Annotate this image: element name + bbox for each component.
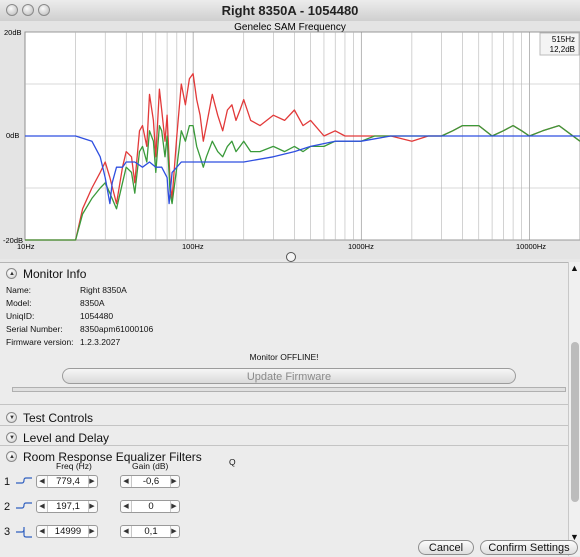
freq-stepper[interactable]: ◀ 779,4 ▶ <box>36 475 98 488</box>
vertical-scrollbar[interactable]: ▲ ▼ <box>568 262 580 556</box>
info-key: Firmware version: <box>6 337 74 347</box>
gain-value[interactable]: -0,6 <box>131 476 171 487</box>
x-label-100hz: 100Hz <box>182 242 204 251</box>
x-label-1000hz: 1000Hz <box>348 242 374 251</box>
x-label-10000hz: 10000Hz <box>516 242 546 251</box>
divider <box>0 445 568 446</box>
info-value: 8350apm61000106 <box>80 324 154 334</box>
expand-down-icon[interactable]: ▼ <box>6 432 17 444</box>
increment-icon[interactable]: ▶ <box>87 501 97 512</box>
expand-down-icon[interactable]: ▼ <box>6 412 17 424</box>
info-value: 8350A <box>80 298 105 308</box>
info-key: Serial Number: <box>6 324 63 334</box>
scroll-up-icon[interactable]: ▲ <box>570 263 579 273</box>
gain-value[interactable]: 0,1 <box>131 526 171 537</box>
peak-filter-icon <box>16 502 32 509</box>
freq-value[interactable]: 779,4 <box>47 476 89 487</box>
update-firmware-button[interactable]: Update Firmware <box>62 368 516 384</box>
test-controls-title: Test Controls <box>23 410 94 425</box>
monitor-info-header[interactable]: ▲ Monitor Info <box>6 266 86 281</box>
filter-number: 1 <box>4 476 11 488</box>
eq-filter-row: 2 ◀ 197,1 ▶ ◀ 0 ▶ <box>0 500 300 516</box>
filter-number: 3 <box>4 526 11 538</box>
increment-icon[interactable]: ▶ <box>87 476 97 487</box>
chart-title: Genelec SAM Frequency <box>234 22 346 33</box>
increment-icon[interactable]: ▶ <box>169 526 179 537</box>
collapse-up-icon[interactable]: ▲ <box>6 268 17 280</box>
filter-number: 2 <box>4 501 11 513</box>
divider <box>0 404 568 405</box>
collapse-up-icon[interactable]: ▲ <box>6 451 17 463</box>
cursor-gain: 12,2dB <box>550 45 575 54</box>
scroll-thumb[interactable] <box>571 342 579 502</box>
room-eq-title: Room Response Equalizer Filters <box>23 449 202 464</box>
peak-filter-icon <box>16 477 32 484</box>
y-label-mid: 0dB <box>6 131 19 140</box>
monitor-status: Monitor OFFLINE! <box>249 352 319 362</box>
gain-value[interactable]: 0 <box>131 501 171 512</box>
cancel-button[interactable]: Cancel <box>418 540 474 555</box>
freq-stepper[interactable]: ◀ 14999 ▶ <box>36 525 98 538</box>
frequency-plot[interactable]: Genelec SAM Frequency 20dB 0dB -20dB 10H… <box>0 21 580 259</box>
freq-column-header: Freq (Hz) <box>56 461 92 471</box>
freq-value[interactable]: 197,1 <box>47 501 89 512</box>
level-delay-header[interactable]: ▼ Level and Delay <box>6 430 109 445</box>
test-controls-header[interactable]: ▼ Test Controls <box>6 410 93 425</box>
confirm-settings-button[interactable]: Confirm Settings <box>480 540 578 555</box>
level-delay-title: Level and Delay <box>23 430 110 445</box>
cursor-freq: 515Hz <box>552 35 575 44</box>
firmware-progress-bar <box>12 387 566 392</box>
increment-icon[interactable]: ▶ <box>169 476 179 487</box>
eq-filter-row: 1 ◀ 779,4 ▶ ◀ -0,6 ▶ <box>0 475 300 491</box>
freq-value[interactable]: 14999 <box>47 526 89 537</box>
window-title: Right 8350A - 1054480 <box>221 3 359 18</box>
x-label-10hz: 10Hz <box>17 242 35 251</box>
q-column-header: Q <box>229 457 236 467</box>
title-bar: Right 8350A - 1054480 <box>0 0 580 22</box>
decrement-icon[interactable]: ◀ <box>37 476 47 487</box>
decrement-icon[interactable]: ◀ <box>37 526 47 537</box>
increment-icon[interactable]: ▶ <box>169 501 179 512</box>
room-eq-header[interactable]: ▲ Room Response Equalizer Filters <box>6 449 202 464</box>
info-value: 1.2.3.2027 <box>80 337 121 347</box>
shelf-filter-icon <box>16 527 32 538</box>
gain-stepper[interactable]: ◀ 0 ▶ <box>120 500 180 513</box>
decrement-icon[interactable]: ◀ <box>121 476 131 487</box>
frequency-chart[interactable]: Genelec SAM Frequency 20dB 0dB -20dB 10H… <box>0 21 580 259</box>
info-key: Model: <box>6 298 32 308</box>
gain-stepper[interactable]: ◀ 0,1 ▶ <box>120 525 180 538</box>
decrement-icon[interactable]: ◀ <box>37 501 47 512</box>
decrement-icon[interactable]: ◀ <box>121 526 131 537</box>
y-label-top: 20dB <box>4 28 22 37</box>
gain-column-header: Gain (dB) <box>132 461 169 471</box>
info-value: Right 8350A <box>80 285 127 295</box>
monitor-info-title: Monitor Info <box>23 266 87 281</box>
decrement-icon[interactable]: ◀ <box>121 501 131 512</box>
increment-icon[interactable]: ▶ <box>87 526 97 537</box>
gain-stepper[interactable]: ◀ -0,6 ▶ <box>120 475 180 488</box>
freq-stepper[interactable]: ◀ 197,1 ▶ <box>36 500 98 513</box>
info-key: UniqID: <box>6 311 35 321</box>
divider <box>0 425 568 426</box>
info-value: 1054480 <box>80 311 114 321</box>
split-drag-handle[interactable] <box>286 252 296 262</box>
eq-filter-row: 3 ◀ 14999 ▶ ◀ 0,1 ▶ <box>0 525 300 541</box>
info-key: Name: <box>6 285 32 295</box>
